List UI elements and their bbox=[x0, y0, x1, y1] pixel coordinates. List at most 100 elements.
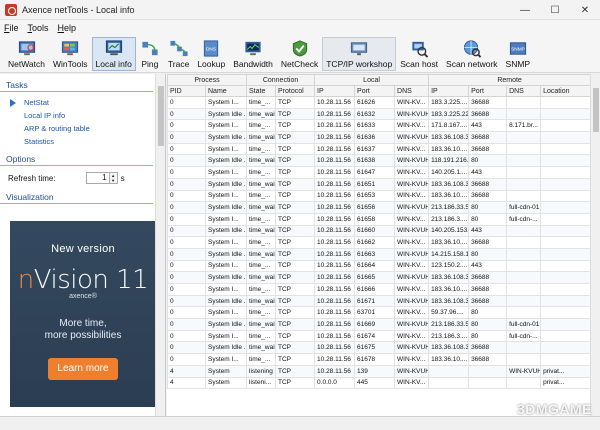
table-row[interactable]: 0 System Idle ... time_wait TCP 10.28.11.56 6… bbox=[167, 201, 592, 214]
table-row[interactable]: 0 System Idle ... time_wait TCP 10.28.11.56 6… bbox=[167, 341, 592, 355]
table-cell: privat... bbox=[540, 364, 592, 378]
column-header[interactable]: DNS bbox=[506, 85, 542, 97]
table-cell: 61638 bbox=[354, 154, 396, 168]
table-cell: TCP bbox=[275, 364, 316, 378]
table-cell: TCP bbox=[275, 376, 316, 390]
tcpip-workshop-button[interactable]: TCP/IP workshop bbox=[322, 37, 397, 71]
task-arp-routing-table[interactable]: ARP & routing table bbox=[0, 122, 165, 135]
table-row[interactable]: 0 System Idle ... time_wait TCP 10.28.11.56 6… bbox=[167, 131, 592, 144]
table-cell: 80 bbox=[468, 201, 508, 214]
table-row[interactable]: 0 System I... time_... TCP 10.28.11.56 63701 W… bbox=[167, 306, 592, 320]
table-row[interactable]: 0 System Idle ... time_wait TCP 10.28.11.56 6… bbox=[167, 177, 592, 191]
table-row[interactable]: 0 System I... time_... TCP 10.28.11.56 61662 W… bbox=[167, 236, 592, 249]
table-cell: 10.28.11.56 bbox=[314, 341, 356, 355]
bandwidth-button[interactable]: Bandwidth bbox=[229, 37, 277, 71]
visualization-header[interactable]: Visualization bbox=[0, 190, 153, 204]
column-header[interactable]: PID bbox=[167, 85, 206, 97]
task-statistics[interactable]: Statistics bbox=[0, 135, 165, 148]
table-row[interactable]: 0 System I... time_... TCP 10.28.11.56 61633 W… bbox=[167, 119, 592, 133]
table-row[interactable]: 0 System I... time_... TCP 10.28.11.56 61678 W… bbox=[167, 353, 592, 366]
table-row[interactable]: 0 System Idle ... time_wait TCP 10.28.11.56 6… bbox=[167, 318, 592, 331]
table-row[interactable]: 0 System I... time_... TCP 10.28.11.56 61666 W… bbox=[167, 283, 592, 296]
menu-tools[interactable]: Tools bbox=[28, 23, 49, 33]
netwatch-icon bbox=[18, 41, 35, 56]
scrollbar-thumb[interactable] bbox=[593, 88, 599, 132]
trace-button[interactable]: Trace bbox=[164, 37, 193, 71]
tasks-header[interactable]: Tasks bbox=[0, 78, 153, 92]
column-header[interactable]: Protocol bbox=[275, 85, 316, 97]
table-row[interactable]: 0 System I... time_... TCP 10.28.11.56 61653 W… bbox=[167, 189, 592, 203]
table-cell: WIN-KV... bbox=[394, 259, 430, 273]
table-row[interactable]: 0 System Idle ... time_wait TCP 10.28.11.56 6… bbox=[167, 154, 592, 168]
column-header[interactable]: Port bbox=[354, 85, 396, 97]
grid-scrollbar[interactable] bbox=[590, 74, 600, 416]
table-cell: WIN-KV... bbox=[394, 96, 430, 109]
table-cell: 61647 bbox=[354, 166, 396, 179]
task-netstat[interactable]: NetStat bbox=[0, 96, 165, 109]
column-header[interactable]: State bbox=[246, 85, 277, 97]
table-cell: 0 bbox=[167, 201, 206, 214]
refresh-time-stepper[interactable]: ▲ ▼ bbox=[109, 172, 118, 184]
menu-file[interactable]: File bbox=[4, 23, 19, 33]
table-row[interactable]: 0 System I... time_... TCP 10.28.11.56 61674 W… bbox=[167, 329, 592, 343]
scan-network-button[interactable]: Scan network bbox=[442, 37, 502, 71]
column-header[interactable]: DNS bbox=[394, 85, 430, 97]
table-cell: 10.28.11.56 bbox=[314, 283, 356, 296]
table-row[interactable]: 4 System listeni... TCP 0.0.0.0 445 WIN-KV... p… bbox=[167, 376, 592, 390]
table-cell: 80 bbox=[468, 154, 508, 168]
table-row[interactable]: 0 System I... time_... TCP 10.28.11.56 61637 W… bbox=[167, 142, 592, 156]
menu-help[interactable]: Help bbox=[58, 23, 77, 33]
table-cell: time_... bbox=[246, 142, 277, 156]
learn-more-button[interactable]: Learn more bbox=[48, 358, 118, 380]
scan-host-button[interactable]: Scan host bbox=[396, 37, 442, 71]
table-cell: 36688 bbox=[468, 177, 508, 191]
column-header[interactable]: IP bbox=[428, 85, 470, 97]
ping-button[interactable]: Ping bbox=[136, 37, 164, 71]
scrollbar-thumb[interactable] bbox=[158, 86, 164, 146]
table-row[interactable]: 4 System listening TCP 10.28.11.56 139 WIN-KVU… bbox=[167, 364, 592, 378]
wintools-button[interactable]: WinTools bbox=[49, 37, 91, 71]
table-cell: TCP bbox=[275, 283, 316, 296]
table-row[interactable]: 0 System I... time_... TCP 10.28.11.56 61626 W… bbox=[167, 96, 592, 109]
netwatch-button[interactable]: NetWatch bbox=[4, 37, 49, 71]
lookup-button[interactable]: DNS Lookup bbox=[193, 37, 229, 71]
table-cell: System I... bbox=[204, 329, 248, 343]
netcheck-button[interactable]: NetCheck bbox=[277, 37, 322, 71]
table-row[interactable]: 0 System I... time_... TCP 10.28.11.56 61647 W… bbox=[167, 166, 592, 179]
table-row[interactable]: 0 System Idle ... time_wait TCP 10.28.11.56 6… bbox=[167, 271, 592, 284]
close-button[interactable]: ✕ bbox=[570, 0, 600, 20]
minimize-button[interactable]: — bbox=[510, 0, 540, 20]
table-cell: time_... bbox=[246, 96, 277, 109]
table-cell: TCP bbox=[275, 271, 316, 284]
table-row[interactable]: 0 System I... time_... TCP 10.28.11.56 61664 W… bbox=[167, 259, 592, 273]
column-header[interactable]: IP bbox=[314, 85, 356, 97]
table-cell: 0 bbox=[167, 107, 206, 121]
table-cell: System I... bbox=[204, 353, 248, 366]
nvision-advertisement[interactable]: New version nVision 11 axence® More time… bbox=[10, 221, 156, 407]
table-cell: 0 bbox=[167, 283, 206, 296]
toolbar: NetWatch WinTools Local info Ping Trace … bbox=[0, 35, 600, 73]
left-panel-scrollbar[interactable] bbox=[155, 74, 165, 416]
column-header[interactable]: Name bbox=[204, 85, 248, 97]
refresh-time-input[interactable]: 1 bbox=[85, 172, 110, 184]
table-cell: full-cdn-01... bbox=[506, 318, 542, 331]
options-header[interactable]: Options bbox=[0, 152, 153, 166]
spin-down-icon[interactable]: ▼ bbox=[110, 178, 117, 183]
snmp-button[interactable]: SNMP SNMP bbox=[502, 37, 535, 71]
table-row[interactable]: 0 System Idle ... time_wait TCP 10.28.11.56 6… bbox=[167, 247, 592, 261]
table-row[interactable]: 0 System Idle ... time_wait TCP 10.28.11.56 6… bbox=[167, 224, 592, 238]
table-row[interactable]: 0 System Idle ... time_wait TCP 10.28.11.56 6… bbox=[167, 294, 592, 308]
table-cell: 0.0.0.0 bbox=[314, 376, 356, 390]
table-row[interactable]: 0 System I... time_... TCP 10.28.11.56 61658 W… bbox=[167, 212, 592, 226]
local-info-button[interactable]: Local info bbox=[91, 37, 136, 71]
table-cell: 10.28.11.56 bbox=[314, 189, 356, 203]
table-cell: 61660 bbox=[354, 224, 396, 238]
table-row[interactable]: 0 System Idle ... time_wait TCP 10.28.11.56 6… bbox=[167, 107, 592, 121]
table-cell bbox=[540, 318, 592, 331]
table-cell: WIN-KVUH... bbox=[394, 318, 430, 331]
maximize-button[interactable]: ☐ bbox=[540, 0, 570, 20]
task-local-ip-info[interactable]: Local IP info bbox=[0, 109, 165, 122]
column-header[interactable]: Location bbox=[540, 85, 592, 97]
column-header[interactable]: Port bbox=[468, 85, 508, 97]
table-cell: 61674 bbox=[354, 329, 396, 343]
